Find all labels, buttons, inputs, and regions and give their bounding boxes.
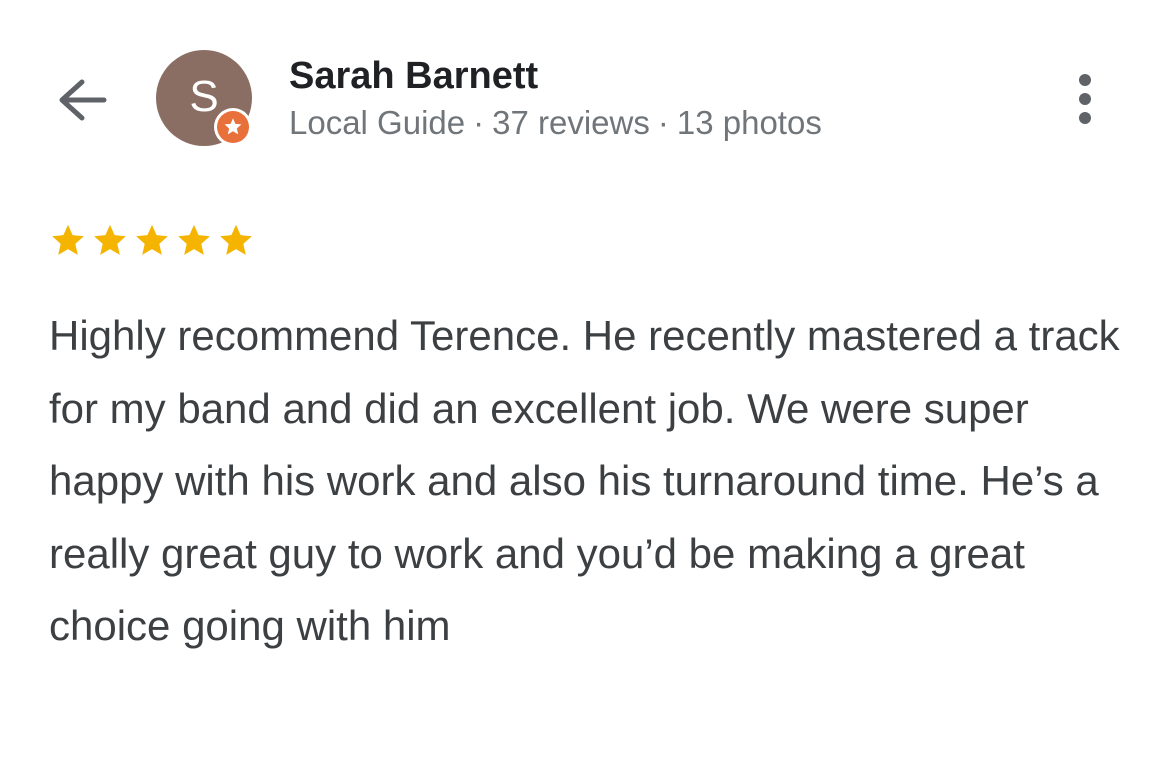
star-icon	[52, 224, 84, 255]
star-icon	[220, 224, 252, 255]
avatar-initial: S	[189, 72, 219, 121]
reviewer-avatar-container[interactable]: S	[156, 50, 254, 148]
local-guide-badge	[214, 108, 252, 146]
local-guide-star-icon	[217, 111, 249, 143]
reviewer-meta: Local Guide · 37 reviews · 13 photos	[289, 103, 822, 143]
star-icon	[94, 224, 126, 255]
more-vert-icon	[1079, 93, 1091, 105]
more-vert-icon	[1079, 112, 1091, 124]
review-text: Highly recommend Terence. He recently ma…	[49, 312, 1120, 649]
arrow-back-icon	[59, 79, 107, 121]
reviewer-name[interactable]: Sarah Barnett	[289, 54, 538, 98]
meta-separator: ·	[657, 104, 669, 141]
more-vert-icon	[1079, 74, 1091, 86]
reviewer-photo-count: 13 photos	[676, 104, 822, 141]
back-button[interactable]	[52, 70, 112, 130]
reviewer-review-count: 37 reviews	[492, 104, 650, 141]
reviewer-level: Local Guide	[289, 104, 466, 141]
more-options-button[interactable]	[1062, 68, 1108, 130]
star-icon	[136, 224, 168, 255]
star-icon	[178, 224, 210, 255]
meta-separator: ·	[473, 104, 485, 141]
star-rating	[48, 222, 256, 260]
